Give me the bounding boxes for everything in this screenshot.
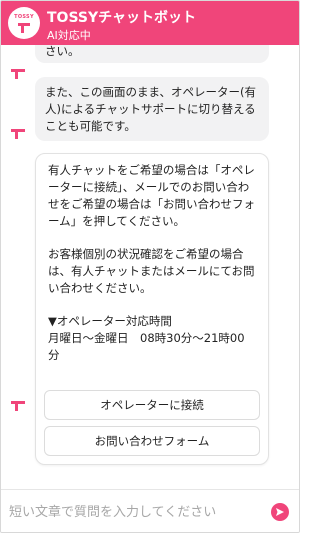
message-paragraph: 有人チャットをご希望の場合は「オペレーターに接続」、メールでのお問い合わせをご希…: [48, 163, 255, 228]
chat-header: TOSSY TOSSYチャットボット AI対応中: [1, 1, 299, 45]
chat-window: TOSSY TOSSYチャットボット AI対応中 さい。 また、この画面のまま、…: [0, 0, 300, 533]
send-button[interactable]: [271, 503, 289, 521]
connect-operator-button[interactable]: オペレーターに接続: [44, 390, 260, 420]
bot-avatar-icon: [11, 401, 27, 417]
message-paragraph: お客様個別の状況確認をご希望の場合は、有人チャットまたはメールにてお問い合わせく…: [48, 247, 255, 295]
message-list[interactable]: さい。 また、この画面のまま、オペレーター(有人)によるチャットサポートに切り替…: [1, 45, 299, 485]
bot-message: さい。: [35, 45, 269, 63]
hours-text: 月曜日〜金曜日 08時30分〜21時00分: [48, 331, 245, 362]
hours-title: ▼オペレーター対応時間: [48, 314, 172, 328]
message-text: また、この画面のまま、オペレーター(有人)によるチャットサポートに切り替えること…: [45, 85, 257, 133]
bot-message: また、この画面のまま、オペレーター(有人)によるチャットサポートに切り替えること…: [35, 77, 269, 141]
chat-title: TOSSYチャットボット: [47, 10, 196, 26]
message-input[interactable]: [9, 500, 259, 524]
input-bar: [1, 490, 299, 532]
bot-avatar-icon: [11, 129, 27, 145]
send-icon: [276, 508, 284, 516]
chat-status: AI対応中: [47, 29, 91, 42]
tossy-logo-icon: TOSSY: [8, 7, 40, 39]
contact-form-button[interactable]: お問い合わせフォーム: [44, 426, 260, 456]
message-text: さい。: [45, 45, 80, 58]
bot-avatar-icon: [11, 69, 27, 85]
bot-message-card: 有人チャットをご希望の場合は「オペレーターに接続」、メールでのお問い合わせをご希…: [35, 153, 269, 465]
